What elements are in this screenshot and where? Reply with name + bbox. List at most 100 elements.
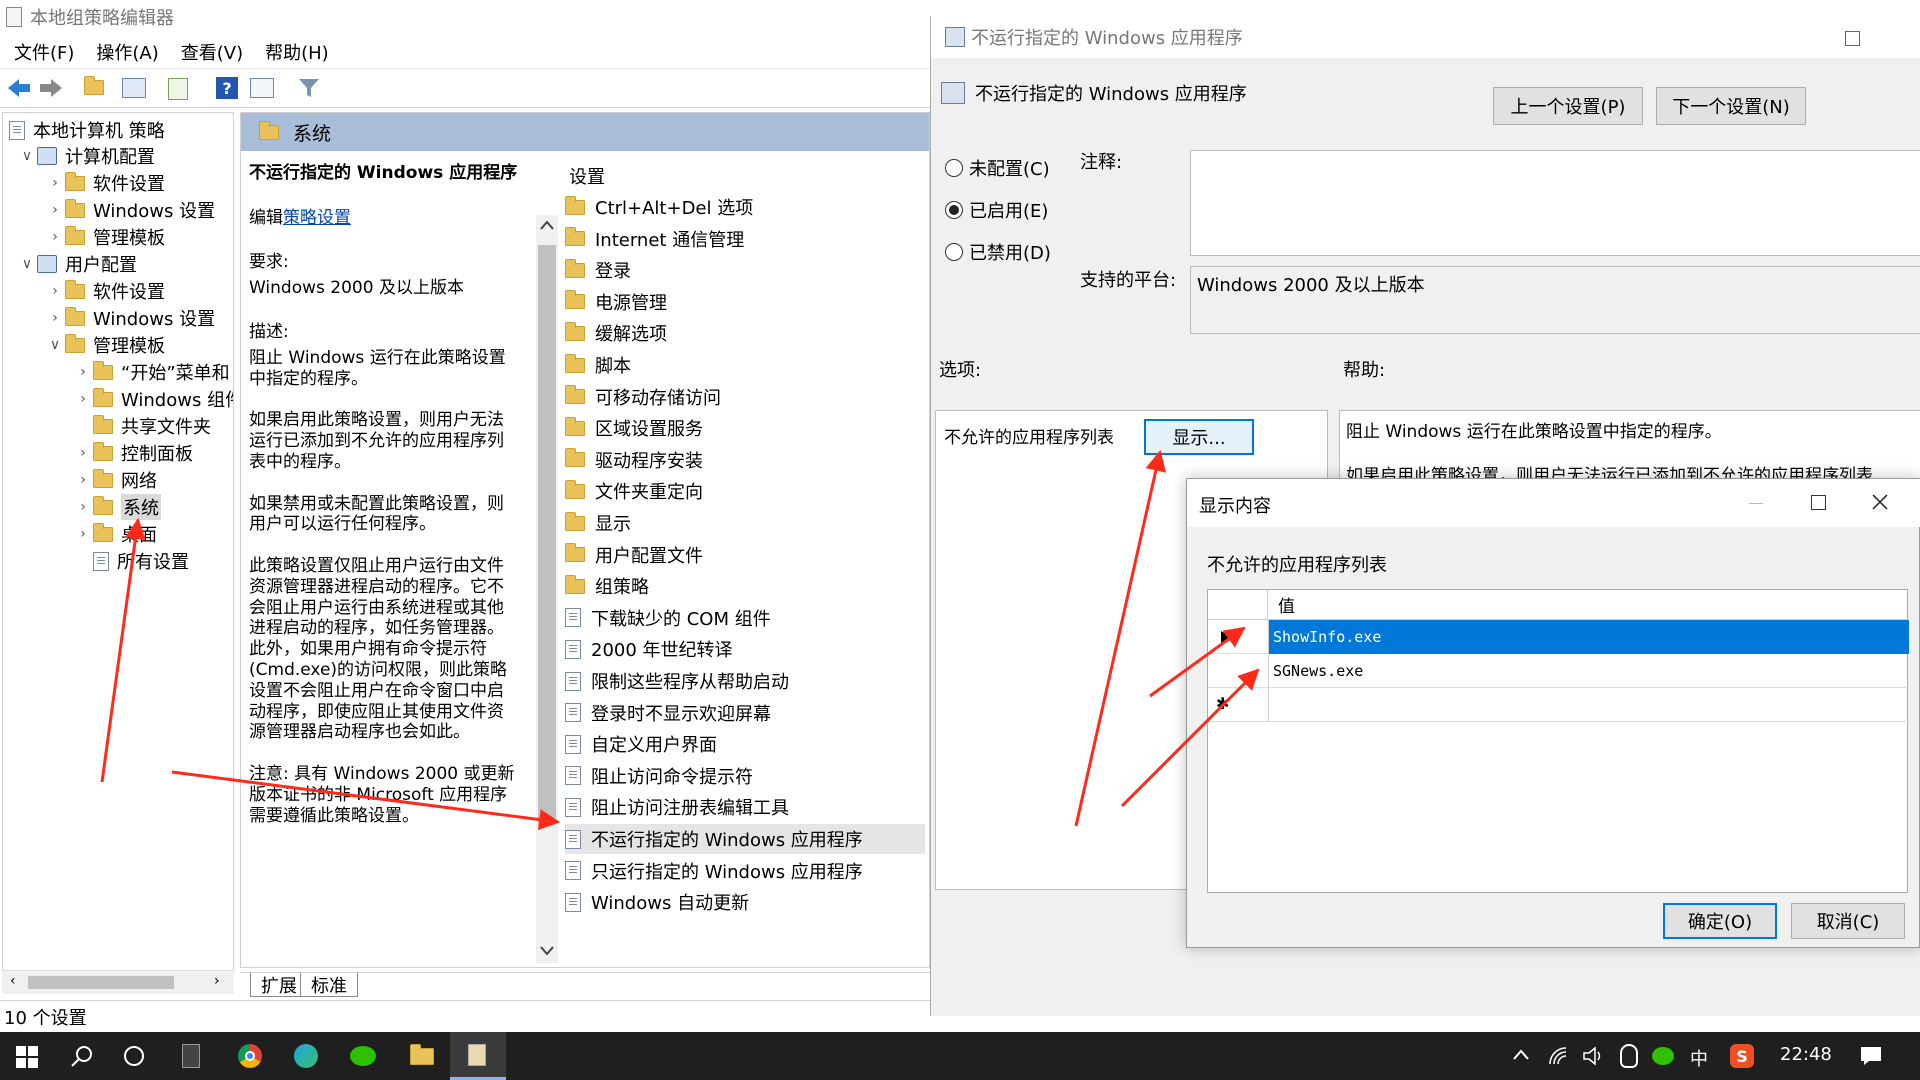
settings-list-item[interactable]: 组策略 xyxy=(565,571,925,601)
gpedit-icon[interactable] xyxy=(450,1032,506,1080)
chevron-down-icon[interactable]: ∨ xyxy=(45,337,65,353)
volume-icon[interactable] xyxy=(1582,1046,1604,1066)
sogou-icon[interactable]: S xyxy=(1730,1044,1754,1068)
radio-enabled[interactable]: 已启用(E) xyxy=(945,197,1048,223)
tree-item[interactable]: ∨ 管理模板 xyxy=(45,332,165,358)
description-v-scrollbar[interactable] xyxy=(536,215,558,963)
start-icon[interactable] xyxy=(16,1046,38,1068)
scroll-up-icon[interactable] xyxy=(539,219,555,231)
next-setting-button[interactable]: 下一个设置(N) xyxy=(1656,87,1806,125)
settings-list-item[interactable]: 文件夹重定向 xyxy=(565,476,925,506)
grid-cell-value[interactable] xyxy=(1268,688,1909,722)
tree-item[interactable]: › 桌面 xyxy=(73,521,157,547)
chevron-right-icon[interactable]: › xyxy=(45,310,65,326)
settings-list-item[interactable]: 阻止访问注册表编辑工具 xyxy=(565,792,925,822)
settings-list-item[interactable]: 用户配置文件 xyxy=(565,540,925,570)
chevron-right-icon[interactable]: › xyxy=(45,229,65,245)
dialog-minimize-icon[interactable] xyxy=(1749,503,1763,504)
grid-cell-value[interactable]: ShowInfo.exe xyxy=(1268,620,1909,654)
settings-list-item[interactable]: Ctrl+Alt+Del 选项 xyxy=(565,192,925,222)
tree-root[interactable]: 本地计算机 策略 xyxy=(9,117,165,143)
radio-disabled[interactable]: 已禁用(D) xyxy=(945,239,1051,265)
tree-item[interactable]: › “开始”菜单和 xyxy=(73,359,230,385)
settings-list-item[interactable]: 登录时不显示欢迎屏幕 xyxy=(565,698,925,728)
maximize-icon[interactable] xyxy=(1845,31,1860,46)
radio-not-configured[interactable]: 未配置(C) xyxy=(945,155,1050,181)
tree-item[interactable]: › 管理模板 xyxy=(45,224,165,250)
settings-list-item[interactable]: 电源管理 xyxy=(565,287,925,317)
chevron-down-icon[interactable]: ∨ xyxy=(17,256,37,272)
settings-list-item[interactable]: 登录 xyxy=(565,255,925,285)
explorer-icon[interactable] xyxy=(410,1044,434,1070)
search-icon[interactable] xyxy=(70,1044,94,1068)
grid-column-header[interactable]: 值 xyxy=(1268,590,1909,620)
settings-list-item[interactable]: 区域设置服务 xyxy=(565,413,925,443)
forward-icon[interactable] xyxy=(38,77,64,99)
properties-icon[interactable] xyxy=(250,78,274,98)
chevron-right-icon[interactable]: › xyxy=(45,202,65,218)
settings-list-item[interactable]: 阻止访问命令提示符 xyxy=(565,761,925,791)
tree-item[interactable]: › 控制面板 xyxy=(73,440,193,466)
edit-policy-link[interactable]: 策略设置 xyxy=(283,208,351,228)
settings-list-item[interactable]: 只运行指定的 Windows 应用程序 xyxy=(565,856,925,886)
settings-list-item[interactable]: 驱动程序安装 xyxy=(565,445,925,475)
chevron-right-icon[interactable]: › xyxy=(73,364,93,380)
show-hide-tree-icon[interactable] xyxy=(122,78,146,98)
grid-row[interactable]: ShowInfo.exe xyxy=(1208,620,1909,654)
dialog-maximize-icon[interactable] xyxy=(1811,495,1826,510)
settings-list-item[interactable]: Windows 自动更新 xyxy=(565,887,925,917)
calculator-icon[interactable] xyxy=(182,1044,200,1068)
chevron-right-icon[interactable]: › xyxy=(73,445,93,461)
settings-column-header[interactable]: 设置 xyxy=(569,163,605,189)
menu-help[interactable]: 帮助(H) xyxy=(265,39,329,65)
back-icon[interactable] xyxy=(6,77,32,99)
tree-item[interactable]: › 软件设置 xyxy=(45,278,165,304)
edge-dev-icon[interactable] xyxy=(294,1044,318,1068)
chevron-right-icon[interactable]: › xyxy=(45,283,65,299)
ok-button[interactable]: 确定(O) xyxy=(1663,903,1777,939)
grid-cell-value[interactable]: SGNews.exe xyxy=(1268,654,1909,688)
chevron-right-icon[interactable]: › xyxy=(73,499,93,515)
chrome-icon[interactable] xyxy=(238,1044,262,1068)
filter-icon[interactable] xyxy=(298,77,320,99)
prev-setting-button[interactable]: 上一个设置(P) xyxy=(1493,87,1643,125)
tree-item[interactable]: › Windows 设置 xyxy=(45,197,215,223)
settings-list-item[interactable]: Internet 通信管理 xyxy=(565,224,925,254)
tree-item[interactable]: 共享文件夹 xyxy=(73,413,211,439)
settings-list-item[interactable]: 不运行指定的 Windows 应用程序 xyxy=(565,824,925,854)
wechat-tray-icon[interactable] xyxy=(1652,1047,1674,1065)
settings-list-item[interactable]: 下载缺少的 COM 组件 xyxy=(565,603,925,633)
chevron-right-icon[interactable]: › xyxy=(73,526,93,542)
chevron-right-icon[interactable]: › xyxy=(45,175,65,191)
cancel-button[interactable]: 取消(C) xyxy=(1791,903,1905,939)
scroll-left-icon[interactable]: ‹ xyxy=(10,973,16,989)
up-folder-icon[interactable] xyxy=(84,76,104,100)
notification-icon[interactable] xyxy=(1860,1046,1882,1066)
settings-list-item[interactable]: 显示 xyxy=(565,508,925,538)
chevron-up-icon[interactable] xyxy=(1512,1048,1530,1062)
comment-field[interactable] xyxy=(1190,150,1920,256)
show-button[interactable]: 显示... xyxy=(1144,419,1254,455)
qq-icon[interactable] xyxy=(1620,1044,1638,1068)
tree-item[interactable]: ∨ 用户配置 xyxy=(17,251,137,277)
cortana-icon[interactable] xyxy=(124,1046,144,1066)
settings-list-item[interactable]: 自定义用户界面 xyxy=(565,729,925,759)
grid-row[interactable]: SGNews.exe xyxy=(1208,654,1909,688)
scroll-right-icon[interactable]: › xyxy=(214,973,220,989)
dialog-close-icon[interactable] xyxy=(1871,493,1889,511)
menu-view[interactable]: 查看(V) xyxy=(181,39,243,65)
tree-item[interactable]: › Windows 组件 xyxy=(73,386,233,412)
tree-item[interactable]: › 网络 xyxy=(73,467,157,493)
tree-item[interactable]: 所有设置 xyxy=(73,548,189,574)
menu-file[interactable]: 文件(F) xyxy=(14,39,74,65)
export-list-icon[interactable] xyxy=(168,78,188,100)
wechat-icon[interactable] xyxy=(350,1046,376,1066)
description-scroll-thumb[interactable] xyxy=(538,245,556,825)
chevron-right-icon[interactable]: › xyxy=(73,472,93,488)
scroll-down-icon[interactable] xyxy=(539,945,555,957)
tree-item[interactable]: › 软件设置 xyxy=(45,170,165,196)
chevron-down-icon[interactable]: ∨ xyxy=(17,148,37,164)
settings-list-item[interactable]: 2000 年世纪转译 xyxy=(565,634,925,664)
settings-list-item[interactable]: 缓解选项 xyxy=(565,318,925,348)
tree-h-scroll-thumb[interactable] xyxy=(28,976,174,989)
